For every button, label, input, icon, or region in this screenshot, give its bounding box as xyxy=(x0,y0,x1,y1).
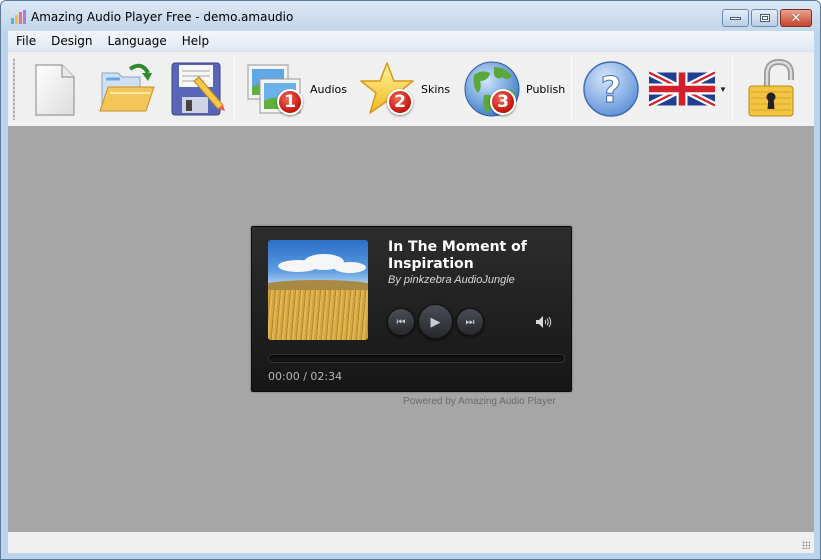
audios-label: Audios xyxy=(310,82,347,96)
menu-bar: File Design Language Help xyxy=(8,31,814,51)
toolbar-separator xyxy=(234,58,235,120)
next-icon: ⏭ xyxy=(465,316,475,328)
previous-button[interactable]: ⏮ xyxy=(387,308,415,336)
track-artist: By pinkzebra AudioJungle xyxy=(388,274,515,286)
menu-design[interactable]: Design xyxy=(51,34,92,48)
maximize-button[interactable] xyxy=(751,9,778,27)
step-badge: 1 xyxy=(277,89,303,115)
new-document-icon xyxy=(35,64,75,116)
play-button[interactable]: ▶ xyxy=(418,304,453,339)
progress-bar[interactable] xyxy=(268,354,565,363)
close-button[interactable]: ✕ xyxy=(780,9,812,27)
volume-icon xyxy=(536,316,552,328)
audios-button[interactable]: 1 Audios xyxy=(246,56,347,122)
uk-flag-icon xyxy=(649,71,715,107)
toolbar: 1 Audios 2 Skins 3 Publish ? ▼ xyxy=(8,51,814,126)
title-bar[interactable]: Amazing Audio Player Free - demo.amaudio… xyxy=(1,1,820,31)
menu-language[interactable]: Language xyxy=(108,34,167,48)
toolbar-grip[interactable] xyxy=(13,58,15,120)
minimize-button[interactable] xyxy=(722,9,749,27)
toolbar-separator xyxy=(571,58,572,120)
save-button[interactable] xyxy=(168,56,226,122)
preview-canvas: In The Moment of Inspiration By pinkzebr… xyxy=(8,126,814,532)
app-logo-icon xyxy=(11,10,27,24)
new-button[interactable] xyxy=(30,56,80,122)
open-folder-icon xyxy=(99,63,155,112)
play-icon: ▶ xyxy=(430,313,441,329)
chevron-down-icon: ▼ xyxy=(719,84,727,94)
step-badge: 3 xyxy=(490,89,516,115)
lock-button[interactable] xyxy=(745,56,797,122)
save-floppy-icon xyxy=(171,62,225,116)
time-separator: / xyxy=(299,370,311,383)
skins-button[interactable]: 2 Skins xyxy=(357,56,450,122)
powered-by-link[interactable]: Powered by Amazing Audio Player xyxy=(403,396,556,407)
status-bar xyxy=(8,532,814,553)
toolbar-separator xyxy=(732,58,733,120)
publish-button[interactable]: 3 Publish xyxy=(462,56,565,122)
unlock-icon xyxy=(748,58,794,117)
audio-player: In The Moment of Inspiration By pinkzebr… xyxy=(251,226,572,392)
next-button[interactable]: ⏭ xyxy=(456,308,484,336)
resize-grip[interactable] xyxy=(802,541,810,549)
volume-button[interactable] xyxy=(535,315,553,332)
track-title: In The Moment of Inspiration xyxy=(388,239,527,272)
close-icon: ✕ xyxy=(790,10,802,26)
window-title: Amazing Audio Player Free - demo.amaudio xyxy=(31,10,294,24)
menu-help[interactable]: Help xyxy=(182,34,209,48)
help-button[interactable]: ? xyxy=(581,56,641,122)
help-icon: ? xyxy=(583,61,639,117)
minimize-icon xyxy=(730,16,741,20)
album-cover xyxy=(268,240,368,340)
duration: 02:34 xyxy=(310,370,343,383)
skins-label: Skins xyxy=(421,82,451,96)
maximize-icon xyxy=(759,14,770,22)
language-dropdown[interactable]: ▼ xyxy=(649,56,727,122)
time-display: 00:00 / 02:34 xyxy=(268,370,342,383)
svg-text:?: ? xyxy=(601,70,622,111)
current-time: 00:00 xyxy=(268,370,300,383)
publish-label: Publish xyxy=(526,82,566,96)
menu-file[interactable]: File xyxy=(16,34,36,48)
app-window: Amazing Audio Player Free - demo.amaudio… xyxy=(0,0,821,560)
step-badge: 2 xyxy=(387,89,413,115)
open-button[interactable] xyxy=(96,56,156,122)
previous-icon: ⏮ xyxy=(396,316,406,328)
